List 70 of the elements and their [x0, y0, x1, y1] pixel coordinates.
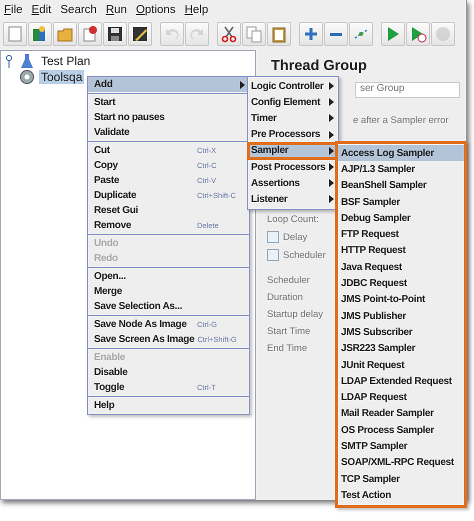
menu-item[interactable]: Assertions	[248, 175, 338, 192]
menu-item[interactable]: SMTP Sampler	[338, 438, 464, 455]
tree-item[interactable]: Test Plan	[39, 54, 92, 68]
menu-item[interactable]: Java Request	[338, 259, 464, 276]
menu-item[interactable]: Mail Reader Sampler	[338, 406, 464, 422]
scissors-icon	[220, 25, 238, 43]
menu-item[interactable]: Sampler	[248, 142, 338, 159]
menu-item[interactable]: Post Processors	[248, 158, 338, 176]
expand-handle-icon[interactable]	[5, 54, 15, 68]
menu-item[interactable]: Search	[60, 4, 97, 16]
menu-item[interactable]: Help	[88, 398, 249, 413]
menu-item[interactable]: Config Element	[248, 94, 338, 110]
toolbar-button[interactable]	[267, 22, 291, 46]
checkbox[interactable]	[267, 231, 279, 243]
flask-icon	[19, 53, 35, 69]
menu-item[interactable]: JUnit Request	[338, 356, 464, 374]
menu-item[interactable]: Add	[88, 77, 249, 92]
toolbar-button[interactable]	[217, 22, 241, 46]
menu-item[interactable]: Options	[136, 4, 176, 16]
delay-label: Delay	[283, 232, 308, 242]
menu-item[interactable]: Disable	[88, 365, 249, 380]
menu-item[interactable]: Debug Sampler	[338, 210, 464, 226]
menu-item[interactable]: BeanShell Sampler	[338, 178, 464, 194]
menu-item[interactable]: LDAP Request	[338, 389, 464, 406]
menu-item[interactable]: Edit	[32, 4, 52, 16]
toolbar-button[interactable]	[78, 22, 102, 46]
menu-item[interactable]: Save Selection As...	[88, 299, 249, 314]
menu-item[interactable]: TCP Sampler	[338, 470, 464, 488]
menu-item[interactable]: LDAP Extended Request	[338, 373, 464, 390]
menu-item[interactable]: Merge	[88, 284, 249, 299]
error-action-label: e after a Sampler error	[353, 115, 449, 126]
menu-item[interactable]: Listener	[248, 191, 338, 208]
menu-item[interactable]: JMS Point-to-Point	[338, 292, 464, 308]
paste-icon	[270, 25, 288, 43]
menu-item[interactable]: Run	[106, 4, 127, 16]
menu-item[interactable]: Validate	[88, 125, 249, 140]
menu-item[interactable]: Pre Processors	[248, 126, 338, 143]
checkbox[interactable]	[267, 249, 279, 261]
menu-item[interactable]: FTP Request	[338, 226, 464, 243]
plus-icon	[302, 25, 320, 43]
menu-item[interactable]: Timer	[248, 110, 338, 127]
toolbar-button[interactable]	[103, 22, 127, 46]
menu-item[interactable]: SOAP/XML-RPC Request	[338, 454, 464, 471]
toolbar-button[interactable]	[128, 22, 152, 46]
toolbar-button[interactable]	[406, 22, 430, 46]
menu-item[interactable]: Reset Gui	[88, 203, 249, 218]
panel-title: Thread Group	[271, 58, 368, 74]
new-document-icon	[6, 25, 24, 43]
menu-item[interactable]: BSF Sampler	[338, 194, 464, 210]
play-clock-icon	[409, 25, 427, 43]
name-field[interactable]: ser Group	[355, 82, 460, 98]
menu-item[interactable]: Start no pauses	[88, 110, 249, 125]
menu-item[interactable]: HTTP Request	[338, 242, 464, 260]
tree-item[interactable]: Toolsqa	[39, 70, 84, 84]
menu-item[interactable]: JSR223 Sampler	[338, 340, 464, 357]
menu-item[interactable]: JDBC Request	[338, 275, 464, 292]
menu-item[interactable]: Logic Controller	[248, 78, 338, 94]
menu-item[interactable]: Access Log Sampler	[338, 145, 464, 162]
copy-icon	[245, 25, 263, 43]
minus-icon	[327, 32, 345, 36]
menu-item[interactable]: Help	[184, 4, 208, 16]
menu-item[interactable]: Start	[88, 95, 249, 110]
menu-item[interactable]: OS Process Sampler	[338, 422, 464, 438]
menu-item[interactable]: File	[4, 4, 23, 16]
menu-item[interactable]: JMS Subscriber	[338, 324, 464, 341]
scheduler-label: Scheduler	[283, 250, 326, 260]
menu-item[interactable]: Open...	[88, 269, 249, 284]
menu-item[interactable]: JMS Publisher	[338, 308, 464, 324]
menu-item[interactable]: Test Action	[338, 487, 464, 504]
menu-item[interactable]: AJP/1.3 Sampler	[338, 161, 464, 178]
